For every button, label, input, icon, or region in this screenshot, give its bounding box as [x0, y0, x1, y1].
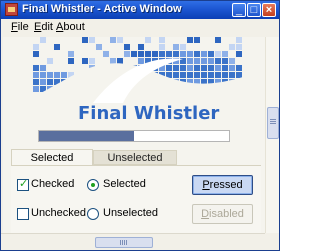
title-bar[interactable]: Final Whistler - Active Window _ □ ×: [1, 1, 279, 19]
menu-about[interactable]: About: [56, 21, 85, 33]
wave-logo-graphic: [33, 37, 243, 103]
check-icon: ✓: [19, 178, 29, 190]
progress-bar: [38, 130, 230, 142]
vertical-scrollbar[interactable]: [265, 37, 279, 233]
tab-selected[interactable]: Selected: [11, 149, 93, 165]
window-title: Final Whistler - Active Window: [22, 3, 182, 15]
checked-label: Checked: [31, 178, 75, 190]
progress-fill: [39, 131, 134, 141]
selected-radio-label: Selected: [103, 178, 146, 190]
menu-file[interactable]: File: [11, 21, 29, 33]
horizontal-scroll-thumb[interactable]: [95, 237, 153, 248]
tab-control: Selected Unselected ✓ Checked Selected U…: [11, 149, 261, 233]
horizontal-scrollbar[interactable]: [1, 233, 279, 250]
scroll-corner: [265, 233, 279, 250]
maximize-button[interactable]: □: [247, 3, 261, 17]
app-window: Final Whistler - Active Window _ □ × Fil…: [0, 0, 280, 251]
unchecked-label: Unchecked: [31, 207, 87, 219]
unchecked-checkbox[interactable]: [17, 208, 29, 220]
unselected-radio-label: Unselected: [103, 207, 159, 219]
pressed-button[interactable]: Pressed: [192, 175, 253, 195]
unselected-radio[interactable]: [87, 208, 99, 220]
radio-dot-icon: [91, 183, 95, 187]
disabled-button: Disabled: [192, 204, 253, 224]
menu-bar: File Edit About: [1, 19, 279, 36]
vertical-scroll-thumb[interactable]: [267, 107, 279, 139]
minimize-button[interactable]: _: [232, 3, 246, 17]
checked-checkbox[interactable]: ✓: [17, 178, 29, 191]
tab-panel: ✓ Checked Selected Unchecked Unselected …: [11, 165, 261, 233]
grip-icon: [270, 119, 276, 120]
grip-icon: [120, 240, 121, 245]
content-area: Final Whistler Selected Unselected ✓ Che…: [3, 37, 265, 233]
banner-title: Final Whistler: [78, 103, 220, 124]
menu-edit[interactable]: Edit: [34, 21, 53, 33]
selected-radio[interactable]: [87, 179, 99, 191]
app-icon: [5, 3, 18, 16]
close-button[interactable]: ×: [262, 3, 276, 17]
tab-unselected[interactable]: Unselected: [93, 150, 177, 165]
banner: Final Whistler: [33, 37, 243, 129]
